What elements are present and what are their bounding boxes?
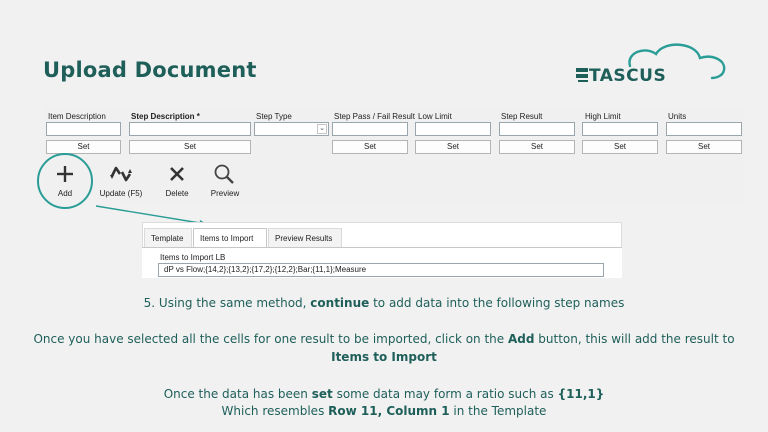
low-limit-input[interactable] [415,122,491,136]
set-item-description-button[interactable]: Set [46,140,121,154]
label-low-limit: Low Limit [418,112,452,121]
step-description-input[interactable] [129,122,251,136]
items-to-import-label: Items to Import LB [160,253,226,262]
chevron-down-icon[interactable]: ⌄ [317,124,327,134]
set-step-result-button[interactable]: Set [499,140,575,154]
update-button[interactable]: Update (F5) [98,163,144,198]
preview-button-label: Preview [210,189,240,198]
close-icon [170,167,184,181]
label-step-result: Step Result [501,112,543,121]
step-type-select[interactable]: ⌄ [254,122,329,136]
step-pass-fail-input[interactable] [332,122,408,136]
label-units: Units [668,112,687,121]
label-high-limit: High Limit [585,112,621,121]
delete-button-label: Delete [165,189,189,198]
set-step-pass-fail-button[interactable]: Set [332,140,408,154]
tab-items-to-import[interactable]: Items to Import [193,228,267,247]
instruction-ratio-line2: Which resembles Row 11, Column 1 in the … [221,404,547,418]
tascus-logo: TASCUS [576,43,726,86]
instruction-step5: 5. Using the same method, continue to ad… [143,296,625,310]
label-step-description: Step Description * [131,112,200,121]
label-step-pass-fail: Step Pass / Fail Result [334,112,415,121]
tab-template[interactable]: Template [144,228,192,247]
item-description-input[interactable] [46,122,121,136]
set-units-button[interactable]: Set [666,140,742,154]
svg-text:TASCUS: TASCUS [589,66,666,86]
label-step-type: Step Type [256,112,292,121]
add-highlight-circle [37,153,93,209]
items-to-import-field[interactable]: dP vs Flow;{14,2};{13,2};{17,2};{12,2};B… [158,263,604,277]
label-item-description: Item Description [48,112,106,121]
preview-button[interactable]: Preview [207,163,243,198]
form-panel [44,106,744,206]
page-title: Upload Document [43,58,257,82]
search-icon [214,164,234,184]
units-input[interactable] [666,122,742,136]
high-limit-input[interactable] [582,122,658,136]
set-high-limit-button[interactable]: Set [582,140,658,154]
set-low-limit-button[interactable]: Set [415,140,491,154]
step-result-input[interactable] [499,122,575,136]
instruction-ratio: Once the data has been set some data may… [163,387,605,401]
refresh-icon [110,166,132,182]
instruction-add-line2: Items to Import [331,350,437,364]
update-button-label: Update (F5) [99,189,143,198]
instruction-add: Once you have selected all the cells for… [33,332,735,346]
tab-preview-results[interactable]: Preview Results [268,228,342,247]
delete-button[interactable]: Delete [162,163,192,198]
set-step-description-button[interactable]: Set [129,140,251,154]
